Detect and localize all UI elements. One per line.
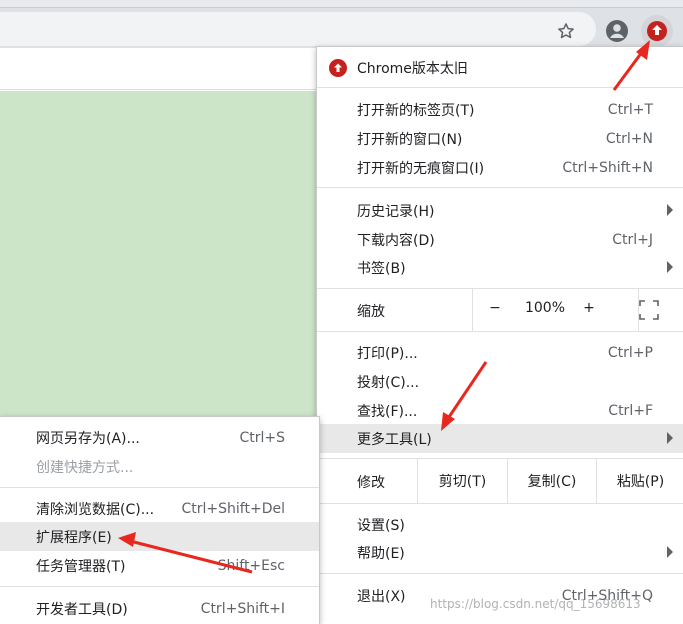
menu-item-history[interactable]: 历史记录(H) — [317, 196, 683, 225]
update-menu-button[interactable] — [641, 15, 673, 47]
edit-label: 修改 — [357, 475, 385, 491]
menu-item-save-page-as[interactable]: 网页另存为(A)... Ctrl+S — [0, 423, 319, 452]
menu-item-label: 设置(S) — [357, 517, 405, 534]
browser-toolbar — [0, 0, 683, 48]
menu-item-label: 打开新的标签页(T) — [357, 102, 475, 119]
menu-divider — [317, 573, 683, 574]
menu-item-create-shortcut[interactable]: 创建快捷方式... — [0, 452, 319, 481]
fullscreen-icon[interactable] — [637, 298, 661, 322]
menu-item-new-tab[interactable]: 打开新的标签页(T) Ctrl+T — [317, 95, 683, 124]
update-arrow-icon — [647, 21, 667, 41]
menu-item-bookmarks[interactable]: 书签(B) — [317, 253, 683, 282]
menu-item-label: 书签(B) — [357, 260, 406, 277]
menu-item-label: Chrome版本太旧 — [357, 60, 468, 77]
paste-label: 粘贴(P) — [616, 474, 665, 490]
account-circle-icon[interactable] — [603, 17, 631, 45]
submenu-arrow-icon — [667, 204, 673, 216]
zoom-row: 缩放 − 100% + — [317, 289, 683, 331]
menu-item-downloads[interactable]: 下载内容(D) Ctrl+J — [317, 225, 683, 254]
paste-button[interactable]: 粘贴(P) — [596, 459, 683, 503]
zoom-in-button[interactable]: + — [581, 300, 597, 316]
chrome-main-menu: Chrome版本太旧 打开新的标签页(T) Ctrl+T 打开新的窗口(N) C… — [316, 46, 683, 624]
zoom-level: 100% — [524, 300, 566, 316]
menu-divider — [317, 187, 683, 188]
menu-item-label: 创建快捷方式... — [36, 459, 134, 476]
menu-item-update[interactable]: Chrome版本太旧 — [317, 53, 683, 82]
menu-item-cast[interactable]: 投射(C)... — [317, 367, 683, 396]
menu-item-label: 打开新的无痕窗口(I) — [357, 160, 485, 177]
menu-item-label: 扩展程序(E) — [36, 529, 112, 546]
menu-item-clear-browsing-data[interactable]: 清除浏览数据(C)... Ctrl+Shift+Del — [0, 494, 319, 523]
menu-item-shortcut: Ctrl+P — [607, 344, 653, 361]
menu-item-print[interactable]: 打印(P)... Ctrl+P — [317, 338, 683, 367]
menu-item-shortcut: Ctrl+Shift+I — [200, 600, 285, 617]
menu-item-help[interactable]: 帮助(E) — [317, 538, 683, 567]
menu-item-label: 历史记录(H) — [357, 203, 435, 220]
menu-item-find[interactable]: 查找(F)... Ctrl+F — [317, 396, 683, 425]
cut-label: 剪切(T) — [438, 474, 487, 490]
menu-divider — [0, 487, 319, 488]
menu-item-shortcut: Ctrl+T — [607, 101, 653, 118]
copy-button[interactable]: 复制(C) — [507, 459, 596, 503]
menu-item-shortcut: Shift+Esc — [217, 557, 285, 574]
cut-button[interactable]: 剪切(T) — [417, 459, 507, 503]
menu-item-new-incognito-window[interactable]: 打开新的无痕窗口(I) Ctrl+Shift+N — [317, 153, 683, 182]
menu-item-label: 更多工具(L) — [357, 431, 432, 448]
more-tools-submenu: 网页另存为(A)... Ctrl+S 创建快捷方式... 清除浏览数据(C)..… — [0, 416, 320, 624]
submenu-arrow-icon — [667, 432, 673, 444]
menu-item-shortcut: Ctrl+J — [612, 231, 653, 248]
watermark: https://blog.csdn.net/qq_15698613 — [430, 597, 641, 611]
menu-item-label: 下载内容(D) — [357, 232, 435, 249]
menu-item-label: 开发者工具(D) — [36, 601, 128, 618]
submenu-arrow-icon — [667, 546, 673, 558]
menu-item-label: 打开新的窗口(N) — [357, 131, 463, 148]
menu-item-extensions[interactable]: 扩展程序(E) — [0, 522, 319, 551]
menu-item-label: 帮助(E) — [357, 545, 405, 562]
menu-item-label: 查找(F)... — [357, 403, 418, 420]
menu-item-shortcut: Ctrl+S — [239, 429, 285, 446]
page-header-area — [0, 48, 320, 90]
menu-item-more-tools[interactable]: 更多工具(L) — [317, 424, 683, 453]
star-icon[interactable] — [552, 18, 580, 44]
tab-strip — [0, 0, 683, 8]
edit-row: 修改 剪切(T) 复制(C) 粘贴(P) — [317, 459, 683, 503]
submenu-arrow-icon — [667, 261, 673, 273]
menu-item-settings[interactable]: 设置(S) — [317, 510, 683, 539]
menu-item-label: 清除浏览数据(C)... — [36, 501, 155, 518]
menu-item-shortcut: Ctrl+Shift+Del — [181, 500, 285, 517]
update-arrow-icon — [329, 59, 347, 77]
menu-item-label: 任务管理器(T) — [36, 558, 126, 575]
menu-item-developer-tools[interactable]: 开发者工具(D) Ctrl+Shift+I — [0, 594, 319, 623]
menu-divider — [317, 331, 683, 332]
menu-divider — [317, 503, 683, 504]
menu-item-shortcut: Ctrl+Shift+N — [562, 159, 653, 176]
copy-label: 复制(C) — [527, 474, 577, 490]
menu-item-label: 网页另存为(A)... — [36, 430, 140, 447]
menu-item-label: 投射(C)... — [357, 374, 420, 391]
menu-item-label: 退出(X) — [357, 588, 406, 605]
menu-divider — [0, 586, 319, 587]
zoom-label: 缩放 — [357, 304, 385, 320]
menu-item-task-manager[interactable]: 任务管理器(T) Shift+Esc — [0, 551, 319, 580]
menu-item-new-window[interactable]: 打开新的窗口(N) Ctrl+N — [317, 124, 683, 153]
zoom-out-button[interactable]: − — [487, 300, 503, 316]
address-bar[interactable] — [0, 12, 596, 46]
menu-item-shortcut: Ctrl+F — [608, 402, 653, 419]
menu-item-label: 打印(P)... — [357, 345, 418, 362]
menu-item-shortcut: Ctrl+N — [605, 130, 653, 147]
menu-divider — [317, 87, 683, 88]
